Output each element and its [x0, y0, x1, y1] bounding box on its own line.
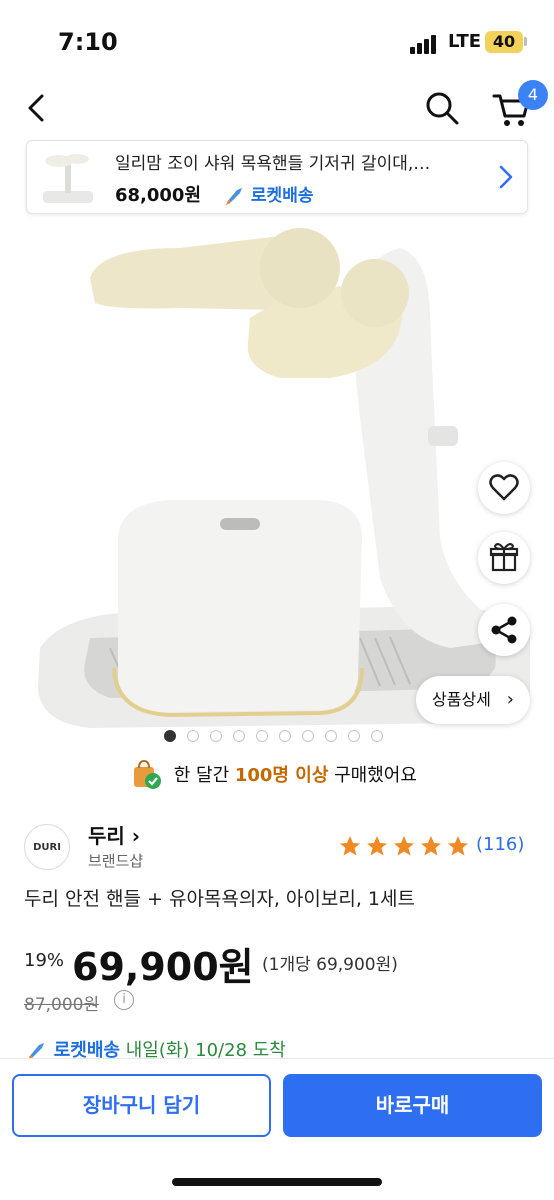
recent-product-title: 일리맘 조이 샤워 목욕핸들 기저귀 갈이대,… — [115, 154, 431, 174]
gallery-dot[interactable] — [371, 730, 383, 742]
share-button[interactable] — [478, 604, 530, 656]
product-title: 두리 안전 핸들 + 유아목욕의자, 아이보리, 1세트 — [24, 888, 415, 910]
brand-name-link[interactable]: 두리 › — [88, 820, 140, 849]
star-icon — [394, 836, 414, 856]
share-icon — [491, 616, 517, 644]
gift-icon — [489, 543, 519, 572]
wishlist-button[interactable] — [478, 462, 530, 514]
recent-rocket-delivery: 로켓배송 — [223, 181, 313, 206]
gallery-dot[interactable] — [279, 730, 291, 742]
recent-delivery-label: 로켓배송 — [250, 186, 314, 206]
add-to-cart-button[interactable]: 장바구니 담기 — [12, 1074, 271, 1137]
rocket-icon — [225, 188, 242, 206]
heart-icon — [489, 474, 519, 501]
chevron-right-icon: › — [131, 824, 141, 848]
gallery-dot[interactable] — [256, 730, 268, 742]
unit-price: (1개당 69,900원) — [262, 955, 398, 975]
info-icon[interactable]: i — [114, 990, 134, 1010]
status-time: 7:10 — [58, 28, 118, 56]
product-detail-button[interactable]: 상품상세 › — [416, 676, 530, 724]
chevron-right-icon[interactable] — [495, 163, 517, 191]
product-detail-label: 상품상세 — [432, 690, 491, 709]
search-icon[interactable] — [420, 86, 464, 130]
shopping-bag-icon — [134, 759, 161, 789]
recent-product-price: 68,000원 — [115, 185, 202, 206]
star-icon — [448, 836, 468, 856]
purchase-note-highlight: 100명 이상 — [234, 765, 329, 786]
gallery-dot[interactable] — [325, 730, 337, 742]
battery-tip — [524, 37, 527, 46]
gallery-dot[interactable] — [187, 730, 199, 742]
chevron-right-icon: › — [506, 689, 514, 710]
discount-rate: 19% — [24, 950, 65, 971]
review-count[interactable]: (116) — [476, 834, 524, 855]
gallery-dot[interactable] — [164, 730, 176, 742]
product-image[interactable] — [0, 218, 554, 748]
network-label: LTE — [448, 31, 482, 52]
brand-logo[interactable]: DURI — [24, 824, 70, 870]
gallery-dot[interactable] — [210, 730, 222, 742]
home-indicator — [172, 1178, 382, 1186]
gift-button[interactable] — [478, 532, 530, 584]
star-icon — [421, 836, 441, 856]
signal-icon — [410, 34, 442, 54]
battery-icon: 40 — [485, 31, 523, 53]
gallery-pagination — [164, 730, 394, 744]
buy-now-button[interactable]: 바로구매 — [283, 1074, 542, 1137]
purchase-note-prefix: 한 달간 — [173, 765, 235, 786]
brand-name: 두리 — [88, 824, 132, 848]
recent-product-thumbnail — [37, 147, 99, 209]
gallery-dot[interactable] — [233, 730, 245, 742]
cart-count-badge: 4 — [518, 80, 548, 110]
sale-price: 69,900원 — [72, 945, 254, 989]
brand-subtitle: 브랜드샵 — [88, 852, 144, 870]
brand-logo-text: DURI — [33, 842, 61, 853]
top-nav: 4 — [0, 80, 554, 140]
original-price: 87,000원 — [24, 995, 100, 1015]
star-icon — [340, 836, 360, 856]
back-icon[interactable] — [18, 88, 58, 128]
status-bar: 7:10 LTE 40 — [0, 0, 554, 80]
gallery-dot[interactable] — [302, 730, 314, 742]
recent-product-card[interactable]: 일리맘 조이 샤워 목욕핸들 기저귀 갈이대,… 68,000원 로켓배송 — [26, 140, 528, 214]
purchase-note-suffix: 구매했어요 — [328, 765, 417, 786]
gallery-dot[interactable] — [348, 730, 360, 742]
purchase-count-note: 한 달간 100명 이상 구매했어요 — [130, 758, 417, 790]
star-icon — [367, 836, 387, 856]
